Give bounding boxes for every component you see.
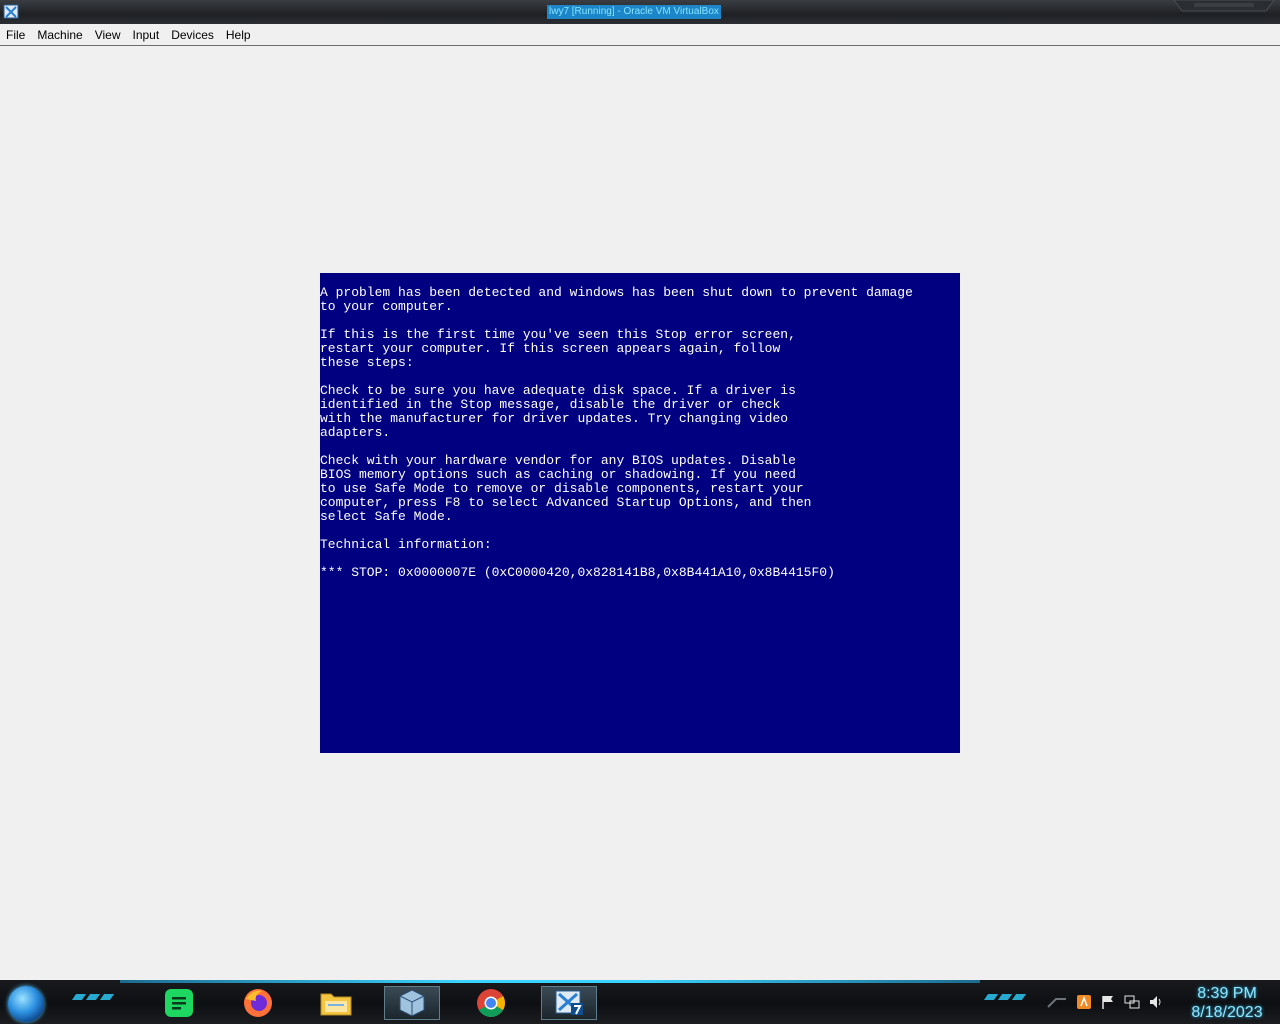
bsod-paragraph: Check with your hardware vendor for any …	[320, 453, 812, 524]
flag-icon[interactable]	[1100, 994, 1116, 1010]
chrome-icon	[477, 989, 505, 1017]
menu-machine[interactable]: Machine	[31, 25, 88, 45]
taskbar-file-explorer[interactable]	[308, 986, 364, 1020]
taskbar-chrome[interactable]	[463, 986, 519, 1020]
taskbar-decoration	[71, 994, 115, 1002]
taskbar-virtualbox-vm[interactable]	[541, 986, 597, 1020]
menu-input[interactable]: Input	[127, 25, 166, 45]
bsod-stop-code: *** STOP: 0x0000007E (0xC0000420,0x82814…	[320, 565, 835, 580]
volume-icon[interactable]	[1148, 994, 1164, 1010]
taskbar-chat-app[interactable]	[151, 986, 207, 1020]
system-tray	[1046, 990, 1164, 1014]
menu-bar: File Machine View Input Devices Help	[0, 24, 1280, 46]
security-icon[interactable]	[1076, 994, 1092, 1010]
clock-time: 8:39 PM	[1197, 985, 1257, 1002]
taskbar-accent-line	[120, 980, 980, 983]
window-controls[interactable]	[1174, 0, 1274, 13]
start-button[interactable]	[8, 986, 44, 1022]
menu-help[interactable]: Help	[220, 25, 257, 45]
file-explorer-icon	[320, 993, 352, 1016]
clock-date: 8/18/2023	[1191, 1004, 1263, 1021]
bsod-paragraph: A problem has been detected and windows …	[320, 285, 913, 314]
taskbar-firefox[interactable]	[230, 986, 286, 1020]
window-titlebar[interactable]: lwy7 [Running] - Oracle VM VirtualBox	[0, 0, 1280, 25]
network-icon[interactable]	[1124, 994, 1140, 1010]
taskbar-virtualbox-manager[interactable]	[384, 986, 440, 1020]
bsod-paragraph: Check to be sure you have adequate disk …	[320, 383, 796, 440]
guest-screen-bsod[interactable]: A problem has been detected and windows …	[320, 273, 960, 753]
menu-view[interactable]: View	[89, 25, 127, 45]
taskbar-decoration	[983, 994, 1027, 1002]
virtualbox-vm-icon	[555, 990, 583, 1015]
firefox-icon	[244, 989, 272, 1017]
chat-app-icon	[165, 989, 193, 1017]
virtualbox-manager-icon	[399, 989, 425, 1017]
show-hidden-icon[interactable]	[1046, 995, 1068, 1009]
bsod-paragraph: If this is the first time you've seen th…	[320, 327, 796, 370]
taskbar-clock[interactable]: 8:39 PM 8/18/2023	[1182, 984, 1272, 1022]
window-title: lwy7 [Running] - Oracle VM VirtualBox	[547, 5, 721, 19]
menu-devices[interactable]: Devices	[165, 25, 220, 45]
menu-file[interactable]: File	[0, 25, 31, 45]
virtualbox-icon	[3, 4, 19, 19]
bsod-technical-heading: Technical information:	[320, 537, 492, 552]
